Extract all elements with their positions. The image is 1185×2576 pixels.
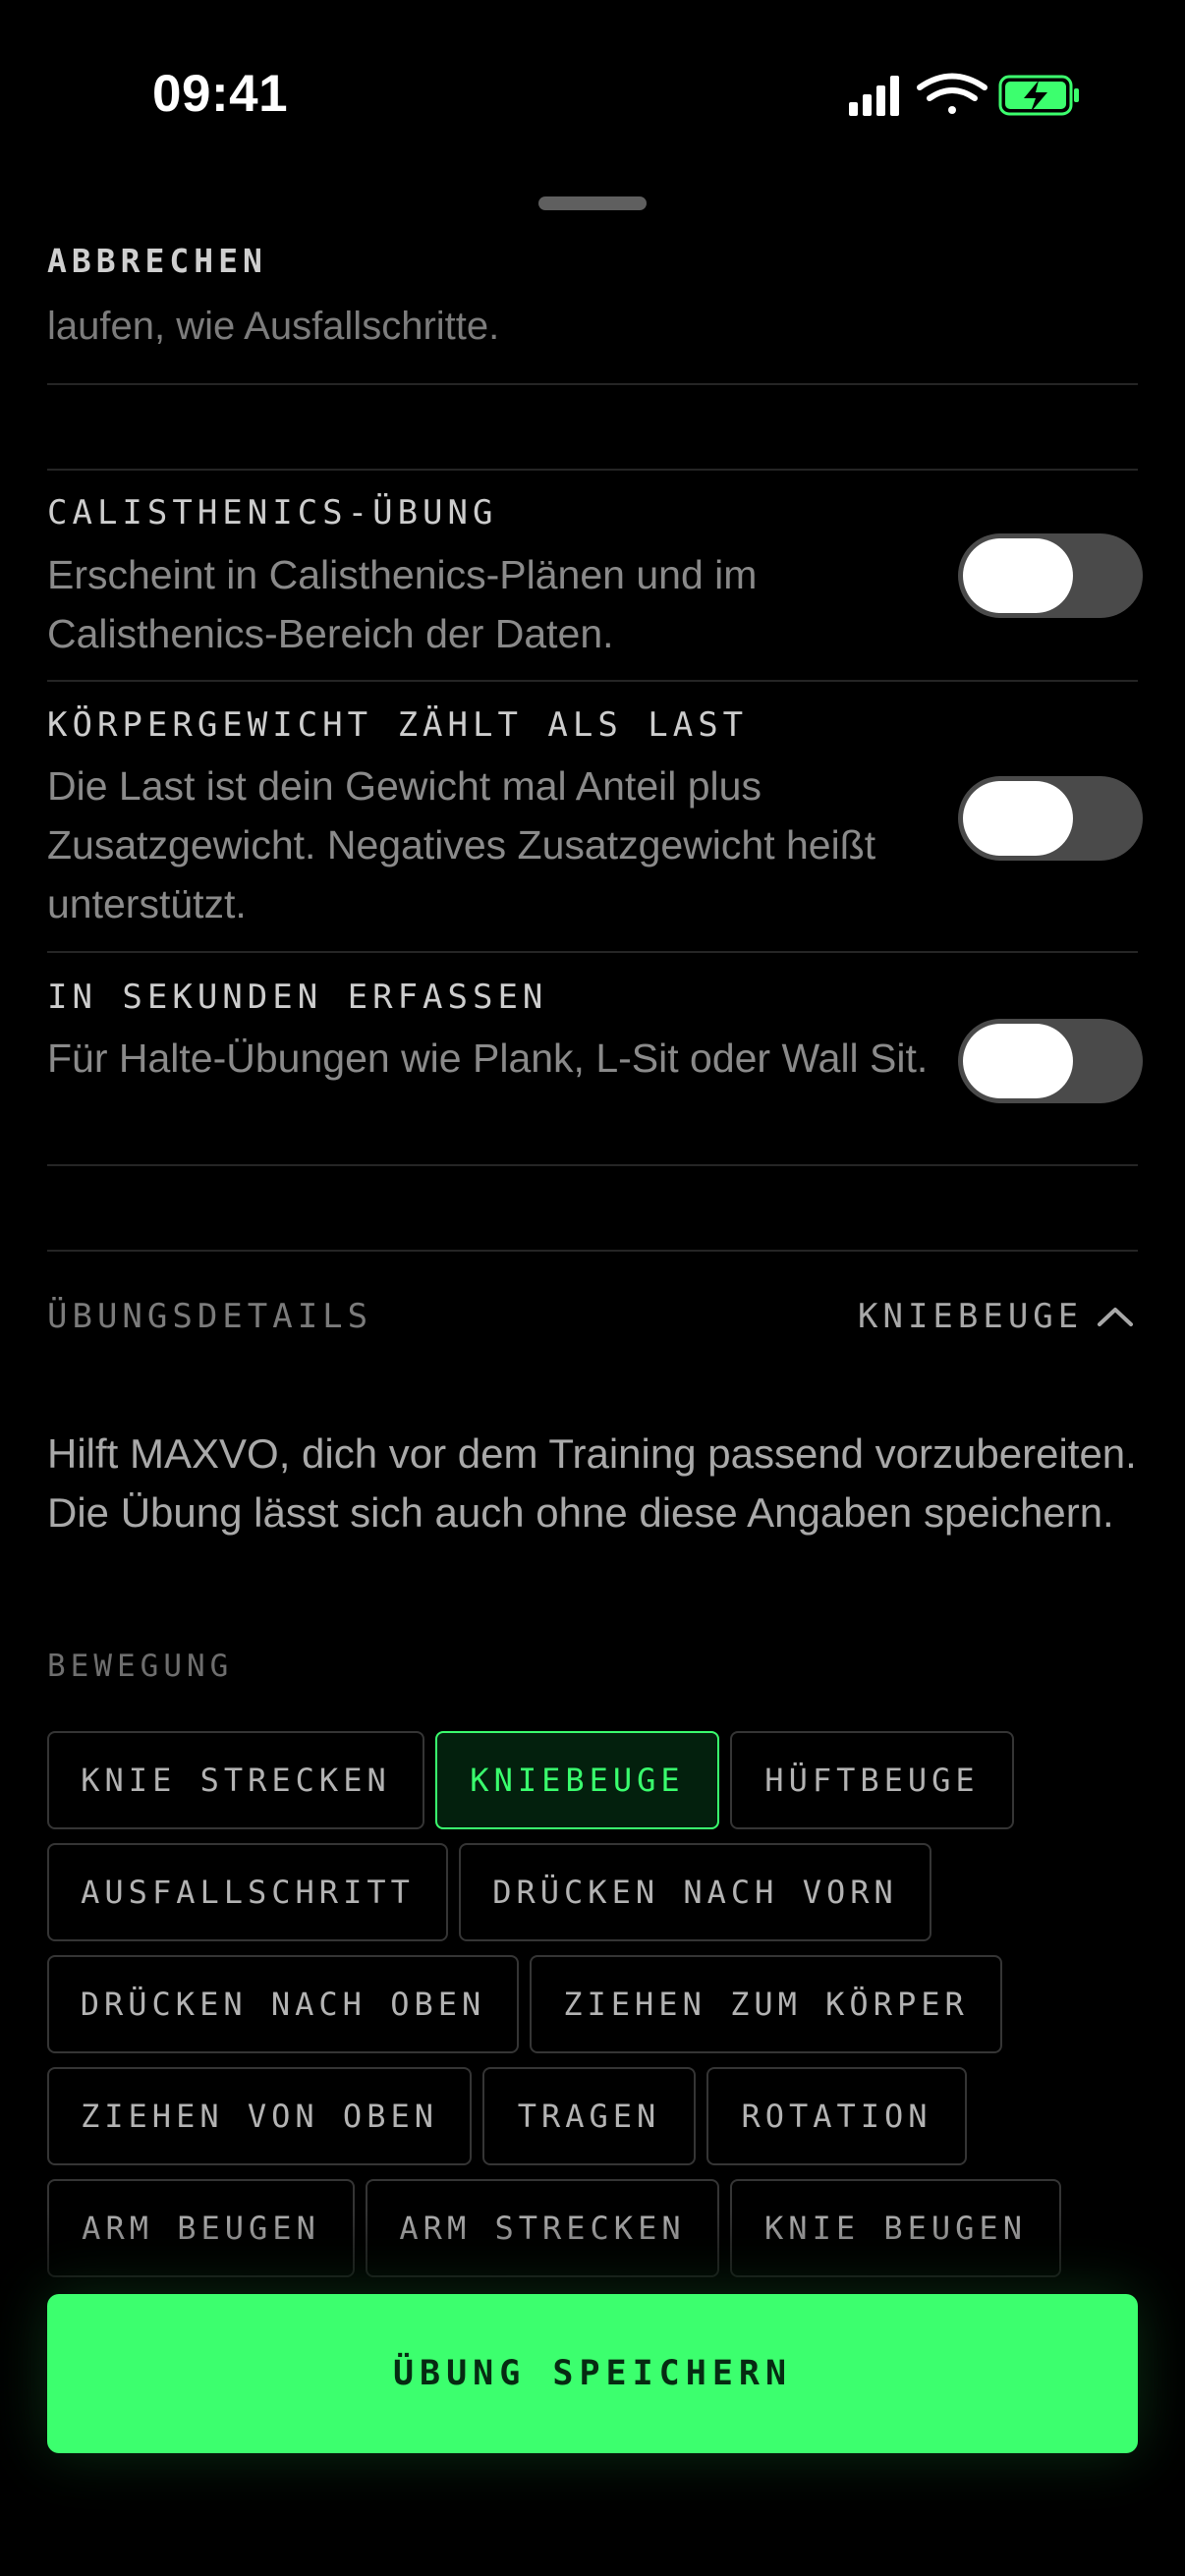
movement-chip[interactable]: HÜFTBEUGE	[730, 1731, 1014, 1829]
movement-chip-selected[interactable]: KNIEBEUGE	[435, 1731, 719, 1829]
battery-charging-icon	[998, 75, 1079, 116]
divider	[47, 1250, 1138, 1252]
save-exercise-button[interactable]: ÜBUNG SPEICHERN	[47, 2294, 1138, 2453]
toggle-knob	[963, 538, 1073, 613]
sheet-grabber[interactable]	[538, 196, 647, 210]
setting-desc-calisthenics: Erscheint in Calisthenics-Plänen und im …	[47, 552, 758, 656]
toggle-seconds[interactable]	[958, 1019, 1143, 1103]
section-value-details[interactable]: KNIEBEUGE	[858, 1297, 1083, 1336]
toggle-knob	[963, 1024, 1073, 1098]
status-icons	[849, 73, 1079, 116]
movement-chip[interactable]: ZIEHEN VON OBEN	[47, 2067, 472, 2165]
movement-chip[interactable]: AUSFALLSCHRITT	[47, 1843, 448, 1941]
movement-chip[interactable]: KNIE STRECKEN	[47, 1731, 424, 1829]
scroll-content[interactable]: laufen, wie Ausfallschritte. CALISTHENIC…	[0, 295, 1185, 2289]
details-intro: Hilft MAXVO, dich vor dem Training passe…	[47, 1430, 1137, 1536]
setting-desc-bodyweight: Die Last ist dein Gewicht mal Anteil plu…	[47, 763, 876, 926]
movement-chip[interactable]: TRAGEN	[482, 2067, 696, 2165]
cancel-button[interactable]: ABBRECHEN	[47, 242, 267, 280]
setting-title-bodyweight: KÖRPERGEWICHT ZÄHLT ALS LAST	[47, 705, 749, 745]
toggle-calisthenics[interactable]	[958, 533, 1143, 618]
cut-off-text: laufen, wie Ausfallschritte.	[47, 305, 500, 348]
toggle-knob	[963, 781, 1073, 856]
movement-chip[interactable]: DRÜCKEN NACH OBEN	[47, 1955, 519, 2053]
setting-title-seconds: IN SEKUNDEN ERFASSEN	[47, 978, 548, 1017]
divider	[47, 951, 1138, 953]
movement-chip[interactable]: ROTATION	[706, 2067, 967, 2165]
toggle-bodyweight[interactable]	[958, 776, 1143, 861]
wifi-icon	[917, 73, 988, 114]
setting-title-calisthenics: CALISTHENICS-ÜBUNG	[47, 493, 498, 532]
movement-chip[interactable]: ZIEHEN ZUM KÖRPER	[530, 1955, 1002, 2053]
status-time: 09:41	[152, 65, 289, 123]
divider	[47, 1164, 1138, 1166]
signal-icon	[849, 76, 899, 116]
divider	[47, 383, 1138, 385]
divider	[47, 469, 1138, 471]
movement-chip[interactable]: DRÜCKEN NACH VORN	[459, 1843, 931, 1941]
setting-desc-seconds: Für Halte-Übungen wie Plank, L-Sit oder …	[47, 1036, 929, 1081]
chevron-up-icon[interactable]	[1096, 1305, 1135, 1328]
divider	[47, 680, 1138, 682]
movement-label: BEWEGUNG	[47, 1649, 234, 1684]
section-label-details: ÜBUNGSDETAILS	[47, 1297, 373, 1336]
